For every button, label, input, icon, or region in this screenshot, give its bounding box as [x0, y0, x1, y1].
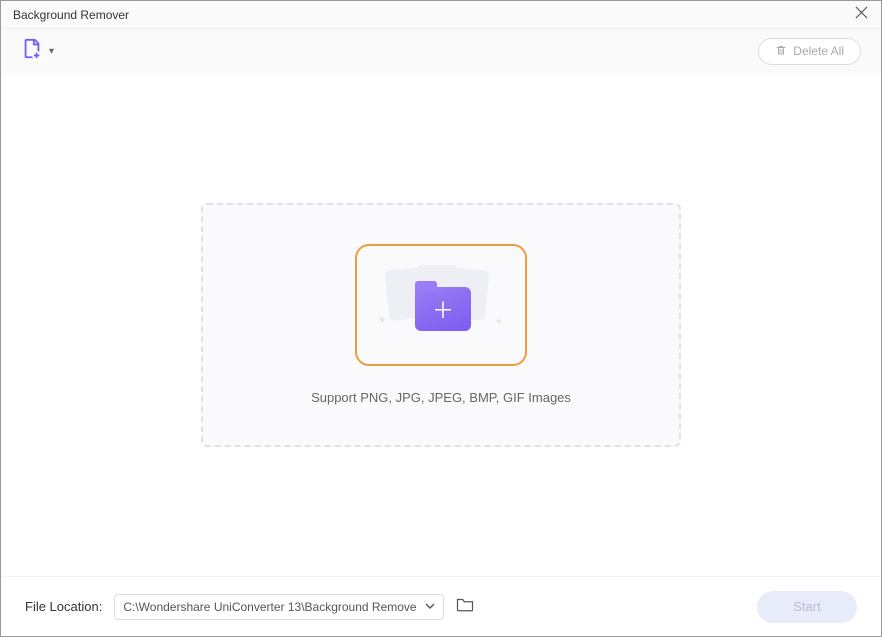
window-title: Background Remover	[13, 8, 129, 22]
supported-formats-text: Support PNG, JPG, JPEG, BMP, GIF Images	[311, 390, 571, 405]
add-files-box[interactable]: ✦ ✦ ＋	[355, 244, 527, 366]
close-button[interactable]	[847, 1, 875, 29]
drop-zone[interactable]: ✦ ✦ ＋ Support PNG, JPG, JPEG, BMP, GIF I…	[201, 203, 681, 447]
file-location-label: File Location:	[25, 599, 102, 614]
trash-icon	[775, 44, 787, 59]
browse-folder-button[interactable]	[456, 596, 474, 617]
delete-all-label: Delete All	[793, 44, 844, 58]
chevron-down-icon	[425, 600, 435, 614]
chevron-down-icon: ▾	[49, 46, 54, 57]
toolbar: ▾ Delete All	[1, 29, 881, 73]
title-bar: Background Remover	[1, 1, 881, 29]
bottom-bar: File Location: C:\Wondershare UniConvert…	[1, 576, 881, 636]
start-button[interactable]: Start	[757, 591, 857, 623]
main-area: ✦ ✦ ＋ Support PNG, JPG, JPEG, BMP, GIF I…	[1, 73, 881, 576]
file-location-group: File Location: C:\Wondershare UniConvert…	[25, 594, 474, 620]
add-file-button[interactable]: ▾	[21, 38, 54, 65]
folder-icon	[456, 596, 474, 617]
folder-plus-illustration: ✦ ✦ ＋	[381, 265, 501, 345]
delete-all-button[interactable]: Delete All	[758, 38, 861, 65]
file-location-select[interactable]: C:\Wondershare UniConverter 13\Backgroun…	[114, 594, 444, 620]
folder-plus-icon: ＋	[415, 287, 471, 331]
add-file-icon	[21, 38, 43, 65]
close-icon	[855, 6, 868, 24]
start-label: Start	[793, 599, 820, 614]
file-location-path: C:\Wondershare UniConverter 13\Backgroun…	[123, 600, 421, 614]
